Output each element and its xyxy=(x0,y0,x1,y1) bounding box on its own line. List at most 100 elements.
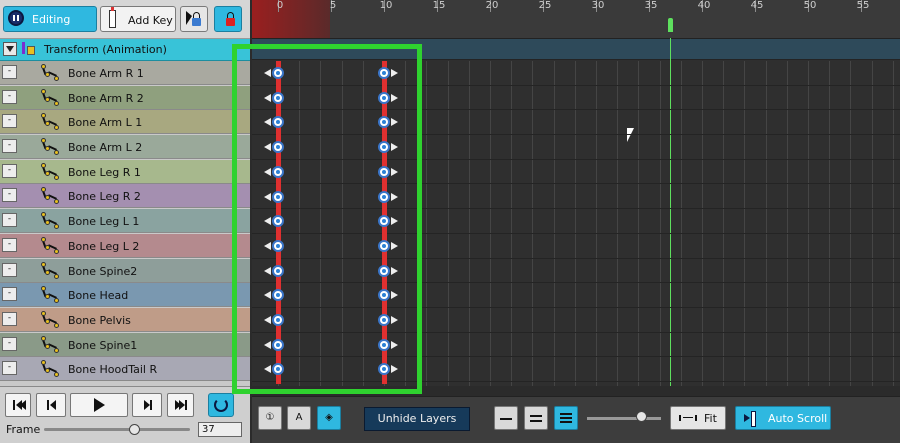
transform-group-header[interactable]: Transform (Animation) xyxy=(0,39,250,61)
layer-panel: Editing Add Key Transform (Animation) - B… xyxy=(0,0,250,443)
text-layers-icon[interactable]: A xyxy=(287,406,311,430)
layer-row[interactable]: - Bone Spine1 xyxy=(0,332,250,357)
fit-button[interactable]: Fit xyxy=(670,406,726,430)
fit-icon xyxy=(679,415,697,421)
bone-icon xyxy=(40,212,60,230)
bone-icon xyxy=(40,88,60,107)
layer-row[interactable]: - Bone Leg R 2 xyxy=(0,184,250,209)
layer-row[interactable]: - Bone Leg L 2 xyxy=(0,233,250,258)
bone-icon xyxy=(40,113,60,131)
layer-label: Bone Arm L 1 xyxy=(68,116,143,130)
row-height-large-button[interactable] xyxy=(554,406,578,430)
playhead-handle[interactable] xyxy=(668,18,674,32)
go-to-start-button[interactable] xyxy=(5,393,31,417)
collapse-layer-button[interactable]: - xyxy=(2,139,17,154)
row-height-medium-button[interactable] xyxy=(524,406,548,430)
bone-icon xyxy=(40,236,60,255)
bone-icon xyxy=(40,310,60,329)
zoom-slider-track[interactable] xyxy=(587,417,661,420)
frame-input[interactable]: 37 xyxy=(198,422,242,437)
frame-label: Frame xyxy=(6,423,41,436)
layer-label: Bone Arm R 2 xyxy=(68,91,144,105)
padlock-icon xyxy=(226,12,235,26)
layer-label: Bone Leg R 2 xyxy=(68,190,141,204)
layer-row[interactable]: - Bone Pelvis xyxy=(0,307,250,332)
ruler-tick-label: 55 xyxy=(856,0,870,11)
layer-label: Bone Leg L 2 xyxy=(68,239,140,253)
frame-slider-track[interactable] xyxy=(44,428,190,431)
layer-label: Bone Leg L 1 xyxy=(68,215,140,229)
frame-slider-knob[interactable] xyxy=(129,424,141,435)
highlight-box xyxy=(232,44,422,394)
layer-row[interactable]: - Bone Arm L 2 xyxy=(0,135,250,160)
collapse-layer-button[interactable]: - xyxy=(2,361,17,376)
layer-label: Bone Pelvis xyxy=(68,313,131,327)
layer-row[interactable]: - Bone Arm R 1 xyxy=(0,61,250,85)
auto-scroll-button[interactable]: Auto Scroll xyxy=(735,406,831,430)
collapse-layer-button[interactable]: - xyxy=(2,311,17,326)
layer-label: Bone Arm R 1 xyxy=(68,67,144,80)
fit-label: Fit xyxy=(704,412,717,425)
unhide-layers-button[interactable]: Unhide Layers xyxy=(364,407,470,431)
collapse-layer-button[interactable]: - xyxy=(2,262,17,277)
layer-row[interactable]: - Bone Head xyxy=(0,283,250,308)
lock-button[interactable] xyxy=(214,6,242,32)
layer-label: Bone HoodTail R xyxy=(68,363,158,377)
frame-ruler[interactable]: 0 5 10 15 20 25 30 35 40 45 50 55 xyxy=(252,0,900,39)
zoom-slider-knob[interactable] xyxy=(636,411,647,422)
go-to-end-button[interactable] xyxy=(167,393,194,417)
layer-list: - Bone Arm R 1- Bone Arm R 2- Bone Arm L 1-… xyxy=(0,61,250,382)
layer-toolbar: Editing Add Key xyxy=(0,0,250,39)
layer-row[interactable]: - Bone Leg R 1 xyxy=(0,159,250,184)
ruler-tick-label: 0 xyxy=(276,0,284,11)
ruler-tick-label: 35 xyxy=(644,0,658,11)
bone-icon xyxy=(40,138,60,156)
collapse-layer-button[interactable]: - xyxy=(2,65,17,79)
bone-icon xyxy=(40,64,60,82)
layer-row[interactable]: - Bone Arm L 1 xyxy=(0,110,250,135)
key-icon xyxy=(109,7,116,28)
layer-row[interactable]: - Bone Leg L 1 xyxy=(0,209,250,234)
add-key-label: Add Key xyxy=(128,14,173,27)
lock-icon xyxy=(192,12,201,26)
ruler-tick-label: 40 xyxy=(697,0,711,11)
collapse-layer-button[interactable]: - xyxy=(2,237,17,252)
row-height-small-button[interactable] xyxy=(494,406,518,430)
play-icon xyxy=(94,398,105,412)
layer-row[interactable]: - Bone Spine2 xyxy=(0,258,250,283)
ruler-tick-label: 5 xyxy=(329,0,337,11)
collapse-icon[interactable] xyxy=(3,42,17,56)
previous-key-button[interactable] xyxy=(36,393,66,417)
collapse-layer-button[interactable]: - xyxy=(2,114,17,129)
auto-scroll-label: Auto Scroll xyxy=(768,412,828,425)
pause-icon xyxy=(8,10,24,26)
collapse-layer-button[interactable]: - xyxy=(2,213,17,228)
group-label: Transform (Animation) xyxy=(44,43,167,56)
layer-label: Bone Spine1 xyxy=(68,338,138,352)
play-button[interactable] xyxy=(70,393,128,417)
ruler-tick-label: 15 xyxy=(432,0,446,11)
bone-icon xyxy=(40,162,60,181)
add-key-button[interactable]: Add Key xyxy=(100,6,176,32)
layer-label: Bone Leg R 1 xyxy=(68,165,141,179)
layer-label: Bone Spine2 xyxy=(68,264,138,278)
select-lock-button[interactable] xyxy=(180,6,208,32)
next-key-button[interactable] xyxy=(132,393,162,417)
collapse-layer-button[interactable]: - xyxy=(2,163,17,178)
layers-icon[interactable]: ◈ xyxy=(317,406,341,430)
collapse-layer-button[interactable]: - xyxy=(2,336,17,351)
editing-toggle-button[interactable]: Editing xyxy=(3,6,97,32)
ruler-tick-label: 10 xyxy=(379,0,393,11)
bone-icon xyxy=(40,187,60,205)
collapse-layer-button[interactable]: - xyxy=(2,89,17,104)
loop-toggle-button[interactable] xyxy=(208,393,234,417)
layer-row[interactable]: - Bone Arm R 2 xyxy=(0,85,250,110)
collapse-layer-button[interactable]: - xyxy=(2,188,17,203)
collapse-layer-button[interactable]: - xyxy=(2,287,17,302)
bone-icon xyxy=(40,360,60,378)
bone-icon xyxy=(40,335,60,354)
timeline-bottom-bar: ① A ◈ Unhide Layers Fit Auto Scroll xyxy=(252,396,900,443)
numbering-icon[interactable]: ① xyxy=(258,406,282,430)
auto-scroll-icon xyxy=(744,411,756,427)
layer-row[interactable]: - Bone HoodTail R xyxy=(0,357,250,382)
